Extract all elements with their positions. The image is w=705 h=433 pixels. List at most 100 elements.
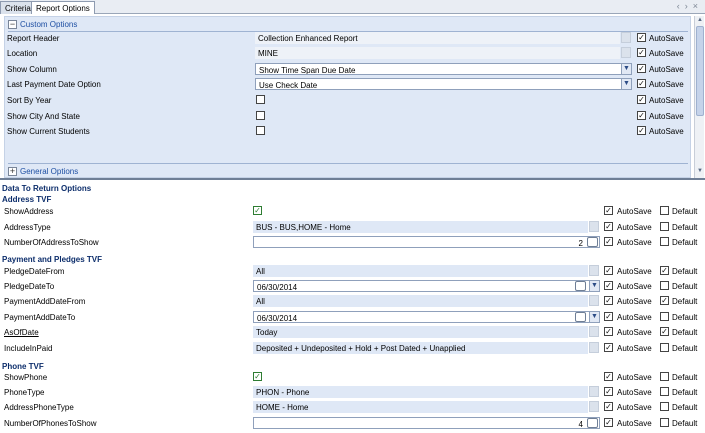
payment-add-date-to-label: PaymentAddDateTo (4, 313, 76, 322)
address-phone-type-default-checkbox[interactable] (660, 402, 669, 411)
calendar-icon[interactable] (575, 281, 586, 291)
show-address-autosave-checkbox[interactable]: ✓ (604, 206, 613, 215)
address-type-default-label: Default (672, 223, 698, 232)
payment-add-date-to-default-checkbox[interactable] (660, 312, 669, 321)
pledge-date-to-input[interactable]: 06/30/2014 ▼ (253, 280, 600, 292)
location-value[interactable]: MINE (255, 47, 620, 59)
show-phone-default-checkbox[interactable] (660, 372, 669, 381)
number-of-phones-default-checkbox[interactable] (660, 418, 669, 427)
show-column-value: Show Time Span Due Date (259, 66, 356, 75)
address-phone-type-value[interactable]: HOME - Home (253, 401, 588, 413)
custom-options-header[interactable]: − Custom Options (8, 19, 77, 30)
include-in-paid-default-checkbox[interactable] (660, 343, 669, 352)
tab-prev-icon[interactable]: ‹ (677, 1, 685, 11)
number-of-address-default-checkbox[interactable] (660, 237, 669, 246)
location-stub (621, 47, 631, 58)
phone-type-default-checkbox[interactable] (660, 387, 669, 396)
payment-add-date-from-row: PaymentAddDateFrom All ✓ AutoSave ✓ Defa… (0, 294, 705, 310)
custom-options-scrollbar[interactable]: ▲ ▼ (694, 16, 704, 178)
general-options-header[interactable]: + General Options (8, 166, 78, 177)
report-header-value[interactable]: Collection Enhanced Report (255, 32, 620, 44)
scroll-down-icon[interactable]: ▼ (696, 168, 704, 176)
payment-add-date-from-autosave-checkbox[interactable]: ✓ (604, 296, 613, 305)
phone-type-row: PhoneType PHON - Phone ✓ AutoSave Defaul… (0, 385, 705, 401)
pledge-date-from-value[interactable]: All (253, 265, 588, 277)
address-type-value[interactable]: BUS - BUS,HOME - Home (253, 221, 588, 233)
show-phone-autosave-label: AutoSave (617, 373, 652, 382)
tab-next-icon[interactable]: › (685, 1, 693, 11)
pledge-date-from-label: PledgeDateFrom (4, 267, 65, 276)
payment-add-date-from-value[interactable]: All (253, 295, 588, 307)
sort-by-year-autosave-checkbox[interactable]: ✓ (637, 95, 646, 104)
number-of-phones-autosave-checkbox[interactable]: ✓ (604, 418, 613, 427)
phone-type-autosave-checkbox[interactable]: ✓ (604, 387, 613, 396)
phone-type-label: PhoneType (4, 388, 45, 397)
chevron-down-icon[interactable]: ▼ (621, 64, 631, 74)
expand-icon[interactable]: + (8, 167, 17, 176)
address-phone-type-autosave-checkbox[interactable]: ✓ (604, 402, 613, 411)
report-header-autosave-checkbox[interactable]: ✓ (637, 33, 646, 42)
show-current-students-checkbox[interactable] (256, 126, 265, 135)
show-column-select[interactable]: Show Time Span Due Date ▼ (255, 63, 632, 75)
collapse-icon[interactable]: − (8, 20, 17, 29)
tab-report-options-label: Report Options (36, 4, 90, 13)
payment-add-date-to-autosave-checkbox[interactable]: ✓ (604, 312, 613, 321)
pledge-date-to-autosave-checkbox[interactable]: ✓ (604, 281, 613, 290)
tab-close-icon[interactable]: × (693, 1, 703, 11)
address-type-label: AddressType (4, 223, 51, 232)
pledge-date-to-value: 06/30/2014 (257, 283, 298, 292)
calendar-icon[interactable] (575, 312, 586, 322)
as-of-date-label[interactable]: AsOfDate (4, 328, 39, 337)
show-current-students-autosave-checkbox[interactable]: ✓ (637, 126, 646, 135)
as-of-date-value[interactable]: Today (253, 326, 588, 338)
show-address-checkbox[interactable]: ✓ (253, 206, 262, 215)
chevron-down-icon[interactable]: ▼ (589, 281, 599, 291)
number-of-address-autosave-checkbox[interactable]: ✓ (604, 237, 613, 246)
payment-add-date-to-autosave-label: AutoSave (617, 313, 652, 322)
payment-add-date-from-stub (589, 295, 599, 306)
last-payment-date-option-autosave-checkbox[interactable]: ✓ (637, 79, 646, 88)
show-phone-checkbox[interactable]: ✓ (253, 372, 262, 381)
show-phone-autosave-checkbox[interactable]: ✓ (604, 372, 613, 381)
sort-by-year-checkbox[interactable] (256, 95, 265, 104)
show-column-autosave-label: AutoSave (649, 65, 684, 74)
as-of-date-autosave-label: AutoSave (617, 328, 652, 337)
as-of-date-default-checkbox[interactable]: ✓ (660, 327, 669, 336)
include-in-paid-autosave-checkbox[interactable]: ✓ (604, 343, 613, 352)
spin-button-icon[interactable] (587, 418, 598, 428)
address-tvf-title: Address TVF (2, 195, 52, 204)
as-of-date-autosave-checkbox[interactable]: ✓ (604, 327, 613, 336)
pledge-date-from-row: PledgeDateFrom All ✓ AutoSave ✓ Default (0, 264, 705, 280)
address-type-autosave-checkbox[interactable]: ✓ (604, 222, 613, 231)
include-in-paid-value[interactable]: Deposited + Undeposited + Hold + Post Da… (253, 342, 588, 354)
show-city-and-state-checkbox[interactable] (256, 111, 265, 120)
show-column-autosave-checkbox[interactable]: ✓ (637, 64, 646, 73)
last-payment-date-option-select[interactable]: Use Check Date ▼ (255, 78, 632, 90)
number-of-phones-row: NumberOfPhonesToShow 4 ✓ AutoSave Defaul… (0, 416, 705, 432)
chevron-down-icon[interactable]: ▼ (621, 79, 631, 89)
payment-add-date-from-default-checkbox[interactable]: ✓ (660, 296, 669, 305)
pledge-date-from-autosave-checkbox[interactable]: ✓ (604, 266, 613, 275)
chevron-down-icon[interactable]: ▼ (589, 312, 599, 322)
pledge-date-from-default-checkbox[interactable]: ✓ (660, 266, 669, 275)
show-city-and-state-autosave-checkbox[interactable]: ✓ (637, 111, 646, 120)
payment-add-date-to-input[interactable]: 06/30/2014 ▼ (253, 311, 600, 323)
scroll-up-icon[interactable]: ▲ (696, 17, 704, 25)
number-of-phones-input[interactable]: 4 (253, 417, 600, 429)
pledge-date-from-autosave-label: AutoSave (617, 267, 652, 276)
tab-report-options[interactable]: Report Options (31, 1, 95, 15)
location-autosave-checkbox[interactable]: ✓ (637, 48, 646, 57)
pledge-date-to-default-label: Default (672, 282, 698, 291)
sort-by-year-autosave-label: AutoSave (649, 96, 684, 105)
phone-type-value[interactable]: PHON - Phone (253, 386, 588, 398)
spin-button-icon[interactable] (587, 237, 598, 247)
number-of-address-input[interactable]: 2 (253, 236, 600, 248)
number-of-phones-autosave-label: AutoSave (617, 419, 652, 428)
show-address-default-checkbox[interactable] (660, 206, 669, 215)
address-type-default-checkbox[interactable] (660, 222, 669, 231)
show-address-default-label: Default (672, 207, 698, 216)
show-address-row: ShowAddress ✓ ✓ AutoSave Default (0, 204, 705, 220)
scroll-thumb[interactable] (696, 26, 704, 116)
show-phone-row: ShowPhone ✓ ✓ AutoSave Default (0, 370, 705, 386)
pledge-date-to-default-checkbox[interactable] (660, 281, 669, 290)
